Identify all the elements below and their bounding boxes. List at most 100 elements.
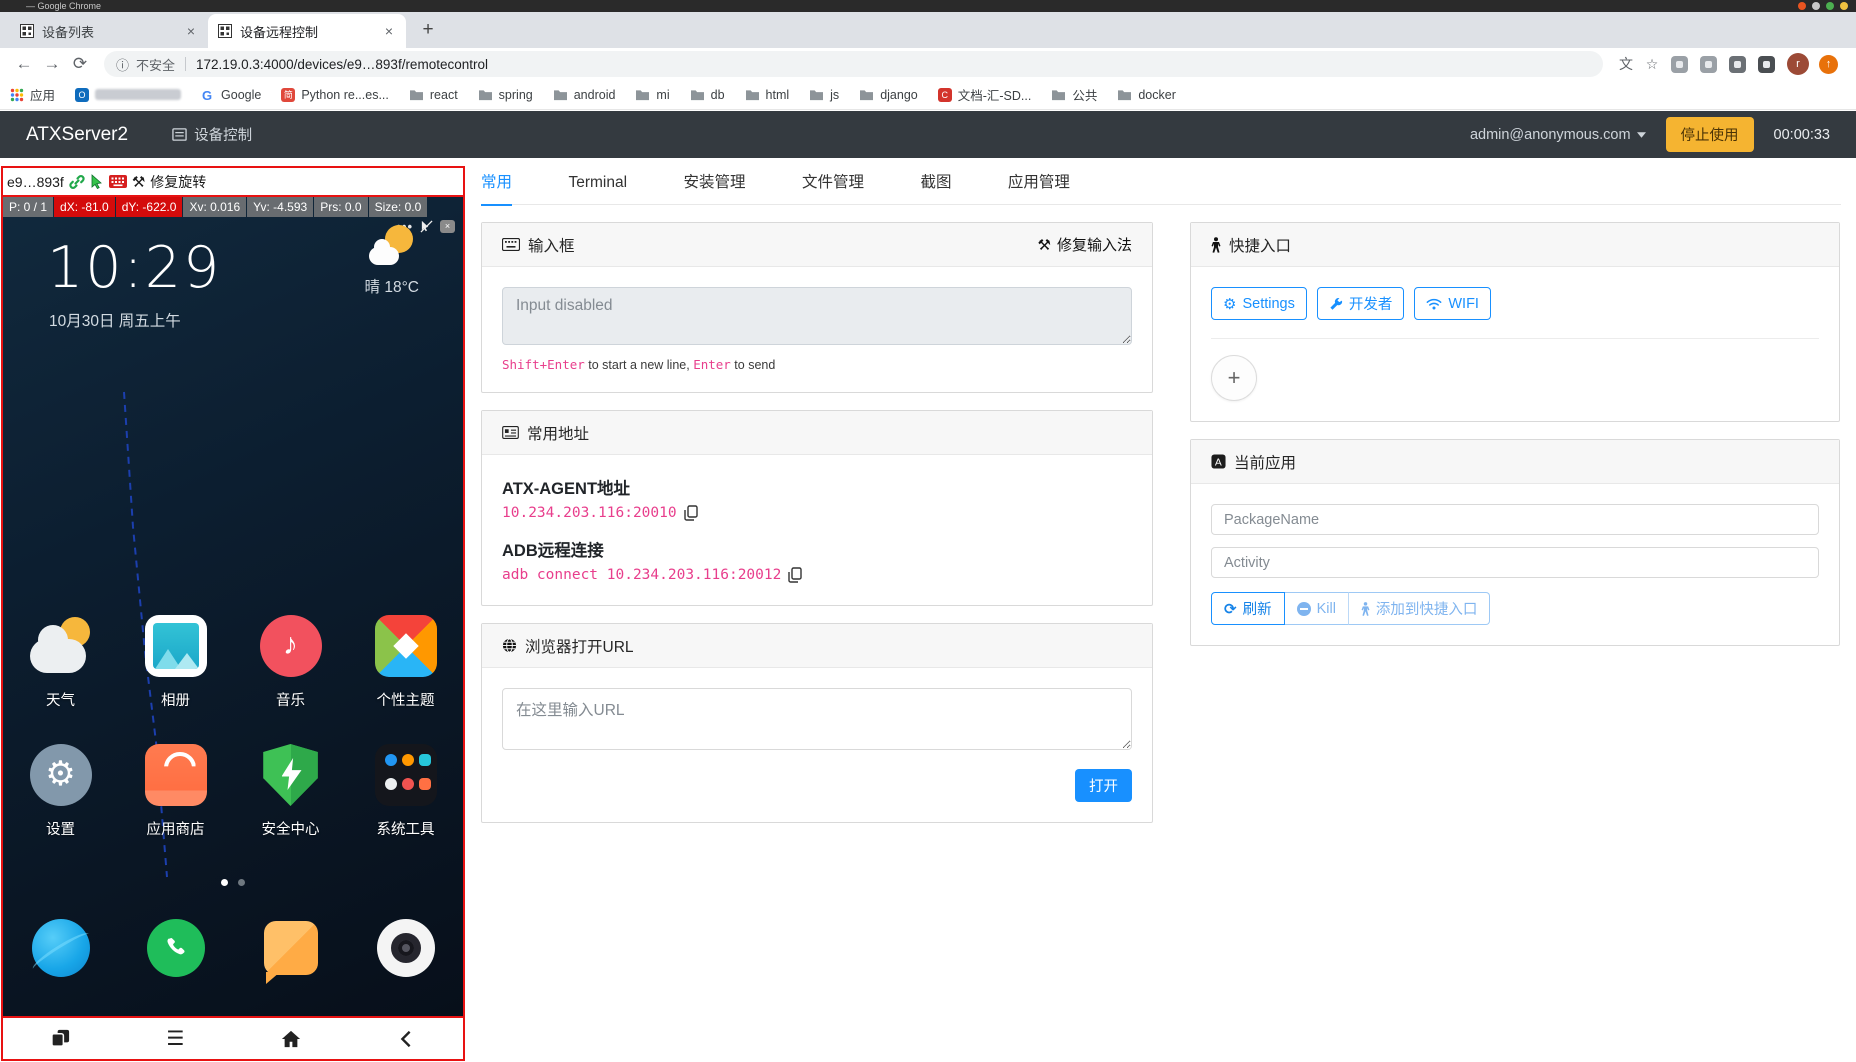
browser-tabstrip: 设备列表 × 设备远程控制 × + bbox=[0, 12, 1856, 48]
browser-tab-remote-control[interactable]: 设备远程控制 × bbox=[208, 14, 406, 48]
bookmark-folder-spring[interactable]: spring bbox=[478, 88, 533, 102]
forward-icon[interactable]: → bbox=[38, 54, 66, 74]
browser-tab-device-list[interactable]: 设备列表 × bbox=[10, 14, 208, 48]
refresh-button[interactable]: ⟳ 刷新 bbox=[1211, 592, 1285, 625]
back-icon[interactable] bbox=[399, 1029, 413, 1049]
navbar-right: admin@anonymous.com 停止使用 00:00:33 bbox=[1470, 117, 1830, 152]
activity-input[interactable] bbox=[1211, 547, 1819, 578]
extension-icon[interactable] bbox=[1758, 56, 1775, 73]
app-security[interactable]: 安全中心 bbox=[233, 744, 348, 839]
reload-icon[interactable]: ⟳ bbox=[66, 54, 94, 74]
brand-title[interactable]: ATXServer2 bbox=[26, 124, 128, 146]
bookmark-folder-js[interactable]: js bbox=[809, 88, 839, 102]
quick-developer-button[interactable]: 开发者 bbox=[1317, 287, 1405, 320]
tab-close-icon[interactable]: × bbox=[182, 22, 200, 40]
extension-icon[interactable] bbox=[1700, 56, 1717, 73]
translate-icon[interactable]: 文 bbox=[1613, 54, 1639, 74]
home-icon[interactable] bbox=[280, 1029, 302, 1049]
bookmark-apps[interactable]: 应用 bbox=[10, 85, 55, 104]
tab-install[interactable]: 安装管理 bbox=[684, 170, 746, 204]
hammer-icon[interactable]: ⚒ bbox=[132, 173, 145, 191]
bookmark-folder-public[interactable]: 公共 bbox=[1051, 85, 1097, 104]
bookmarks-bar: 应用 O G Google 简 Python re...es... react … bbox=[0, 80, 1856, 110]
app-album[interactable]: 相册 bbox=[118, 615, 233, 710]
bookmark-star-icon[interactable]: ☆ bbox=[1639, 56, 1665, 73]
bookmark-label: spring bbox=[499, 88, 533, 102]
app-settings[interactable]: ⚙ 设置 bbox=[3, 744, 118, 839]
atx-favicon-icon bbox=[20, 24, 34, 38]
bookmark-folder-html[interactable]: html bbox=[745, 88, 790, 102]
bookmark-google[interactable]: G Google bbox=[201, 88, 261, 102]
bookmark-folder-docker[interactable]: docker bbox=[1117, 88, 1176, 102]
quick-wifi-button[interactable]: WIFI bbox=[1414, 287, 1491, 320]
device-screen[interactable]: P: 0 / 1 dX: -81.0 dY: -622.0 Xv: 0.016 … bbox=[3, 197, 463, 1016]
fix-ime-button[interactable]: ⚒ 修复输入法 bbox=[1038, 234, 1132, 255]
app-systools[interactable]: 系统工具 bbox=[348, 744, 463, 839]
device-mirror-panel[interactable]: e9…893f ⚒ 修复旋转 P: 0 / 1 dX: -81.0 dY: -6… bbox=[1, 166, 465, 1061]
user-dropdown[interactable]: admin@anonymous.com bbox=[1470, 127, 1646, 143]
fix-rotation-label[interactable]: 修复旋转 bbox=[150, 172, 206, 192]
add-shortcut-circle-button[interactable]: + bbox=[1211, 355, 1257, 401]
extension-icon[interactable] bbox=[1729, 56, 1746, 73]
bookmark-folder-mi[interactable]: mi bbox=[635, 88, 669, 102]
back-icon[interactable]: ← bbox=[10, 54, 38, 74]
user-email: admin@anonymous.com bbox=[1470, 127, 1631, 143]
menu-icon[interactable]: ☰ bbox=[167, 1026, 185, 1051]
camera-app-icon[interactable] bbox=[377, 919, 435, 977]
quick-settings-button[interactable]: ⚙ Settings bbox=[1211, 287, 1307, 320]
app-theme[interactable]: 个性主题 bbox=[348, 615, 463, 710]
keyboard-icon[interactable] bbox=[109, 175, 127, 188]
dialer-app-icon[interactable] bbox=[147, 919, 205, 977]
nav-device-control[interactable]: 设备控制 bbox=[172, 124, 252, 145]
copy-icon[interactable] bbox=[684, 505, 698, 521]
wrench-icon bbox=[1329, 297, 1343, 311]
app-weather[interactable]: 天气 bbox=[3, 615, 118, 710]
address-bar[interactable]: ⓘ 不安全 172.19.0.3:4000/devices/e9…893f/re… bbox=[104, 51, 1603, 77]
browser-app-icon[interactable] bbox=[32, 919, 90, 977]
bookmark-folder-android[interactable]: android bbox=[553, 88, 616, 102]
open-url-title: 浏览器打开URL bbox=[525, 635, 634, 657]
app-label: 个性主题 bbox=[377, 689, 435, 710]
profile-avatar[interactable]: r bbox=[1787, 53, 1809, 75]
svg-text:G: G bbox=[202, 88, 212, 102]
messages-app-icon[interactable] bbox=[264, 921, 318, 975]
package-name-input[interactable] bbox=[1211, 504, 1819, 535]
tab-close-icon[interactable]: × bbox=[380, 22, 398, 40]
appstore-app-icon bbox=[145, 744, 207, 806]
new-tab-button[interactable]: + bbox=[414, 17, 442, 45]
tray-dot-icon bbox=[1812, 2, 1820, 10]
copy-icon[interactable] bbox=[788, 567, 802, 583]
tab-file[interactable]: 文件管理 bbox=[802, 170, 864, 204]
tab-screenshot[interactable]: 截图 bbox=[920, 170, 951, 204]
quick-developer-label: 开发者 bbox=[1349, 293, 1393, 314]
app-appstore[interactable]: 应用商店 bbox=[118, 744, 233, 839]
tab-terminal[interactable]: Terminal bbox=[568, 174, 627, 204]
add-to-quick-entry-button[interactable]: 添加到快捷入口 bbox=[1348, 592, 1491, 625]
bookmark-docs[interactable]: C 文档-汇-SD... bbox=[938, 85, 1032, 104]
tab-appmanage[interactable]: 应用管理 bbox=[1008, 170, 1070, 204]
app-music[interactable]: ♪ 音乐 bbox=[233, 615, 348, 710]
page-dot-active bbox=[221, 879, 228, 886]
bookmark-redacted[interactable]: O bbox=[75, 88, 181, 102]
info-icon[interactable]: ⓘ bbox=[116, 55, 129, 74]
wifi-icon bbox=[1426, 298, 1442, 310]
bookmark-folder-django[interactable]: django bbox=[859, 88, 918, 102]
extension-icon[interactable] bbox=[1671, 56, 1688, 73]
bookmark-python[interactable]: 简 Python re...es... bbox=[281, 88, 389, 102]
link-icon[interactable] bbox=[69, 174, 85, 190]
stop-using-button[interactable]: 停止使用 bbox=[1666, 117, 1754, 152]
recents-icon[interactable] bbox=[50, 1028, 71, 1049]
tray-dot-icon bbox=[1840, 2, 1848, 10]
add-shortcut-label: 添加到快捷入口 bbox=[1376, 598, 1478, 619]
folder-icon bbox=[1117, 88, 1132, 101]
bookmark-label: react bbox=[430, 88, 458, 102]
bookmark-folder-db[interactable]: db bbox=[690, 88, 725, 102]
open-url-button[interactable]: 打开 bbox=[1075, 769, 1132, 802]
tab-common[interactable]: 常用 bbox=[481, 170, 512, 206]
send-text-input[interactable] bbox=[502, 287, 1132, 345]
url-input[interactable] bbox=[502, 688, 1132, 750]
chrome-menu-icon[interactable]: ↑ bbox=[1819, 55, 1838, 74]
atx-agent-label: ATX-AGENT地址 bbox=[502, 475, 1132, 499]
kill-button[interactable]: Kill bbox=[1285, 592, 1349, 625]
bookmark-folder-react[interactable]: react bbox=[409, 88, 458, 102]
